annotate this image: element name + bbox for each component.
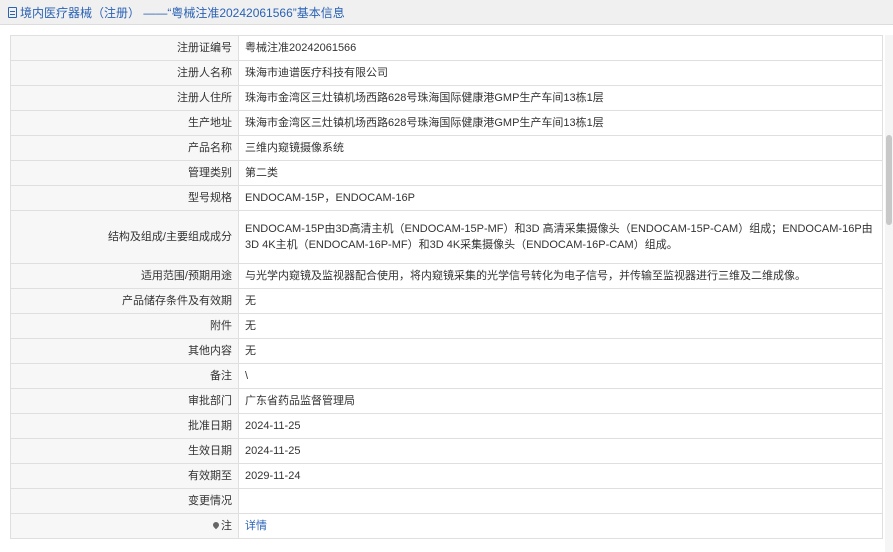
pin-icon	[211, 520, 221, 530]
scrollbar-thumb[interactable]	[886, 135, 892, 225]
field-value: 2024-11-25	[238, 413, 883, 439]
document-icon	[8, 6, 17, 18]
field-label: 注册人住所	[10, 85, 239, 111]
field-value: 珠海市迪谱医疗科技有限公司	[238, 60, 883, 86]
table-row: 注册证编号 粤械注准20242061566	[10, 35, 883, 61]
field-label: 注册证编号	[10, 35, 239, 61]
page-header: 境内医疗器械（注册） ——“粤械注准20242061566”基本信息	[0, 0, 893, 25]
field-label: 管理类别	[10, 160, 239, 186]
field-label: 产品储存条件及有效期	[10, 288, 239, 314]
table-row: 适用范围/预期用途 与光学内窥镜及监视器配合使用，将内窥镜采集的光学信号转化为电…	[10, 263, 883, 289]
table-row: 注册人名称 珠海市迪谱医疗科技有限公司	[10, 60, 883, 86]
note-label-cell: 注	[10, 513, 239, 539]
note-label: 注	[221, 520, 232, 532]
field-value: 无	[238, 338, 883, 364]
field-label: 结构及组成/主要组成成分	[10, 210, 239, 264]
table-row: 型号规格 ENDOCAM-15P，ENDOCAM-16P	[10, 185, 883, 211]
table-row: 生效日期 2024-11-25	[10, 438, 883, 464]
field-label: 附件	[10, 313, 239, 339]
table-row: 产品储存条件及有效期 无	[10, 288, 883, 314]
field-value: 2029-11-24	[238, 463, 883, 489]
field-label: 有效期至	[10, 463, 239, 489]
field-value: 第二类	[238, 160, 883, 186]
field-label: 适用范围/预期用途	[10, 263, 239, 289]
table-row: 备注 \	[10, 363, 883, 389]
field-value: 三维内窥镜摄像系统	[238, 135, 883, 161]
table-row: 注册人住所 珠海市金湾区三灶镇机场西路628号珠海国际健康港GMP生产车间13栋…	[10, 85, 883, 111]
details-link[interactable]: 详情	[245, 520, 267, 532]
field-value: ENDOCAM-15P由3D高清主机（ENDOCAM-15P-MF）和3D 高清…	[238, 210, 883, 264]
field-value: \	[238, 363, 883, 389]
table-row: 结构及组成/主要组成成分 ENDOCAM-15P由3D高清主机（ENDOCAM-…	[10, 210, 883, 264]
field-value: 粤械注准20242061566	[238, 35, 883, 61]
table-row: 附件 无	[10, 313, 883, 339]
field-label: 备注	[10, 363, 239, 389]
field-label: 其他内容	[10, 338, 239, 364]
field-label: 变更情况	[10, 488, 239, 514]
field-value: 珠海市金湾区三灶镇机场西路628号珠海国际健康港GMP生产车间13栋1层	[238, 85, 883, 111]
field-value: 2024-11-25	[238, 438, 883, 464]
table-row: 批准日期 2024-11-25	[10, 413, 883, 439]
info-table-wrapper: 注册证编号 粤械注准20242061566 注册人名称 珠海市迪谱医疗科技有限公…	[10, 35, 883, 539]
info-table: 注册证编号 粤械注准20242061566 注册人名称 珠海市迪谱医疗科技有限公…	[10, 35, 883, 539]
table-row: 审批部门 广东省药品监督管理局	[10, 388, 883, 414]
field-label: 型号规格	[10, 185, 239, 211]
note-value-cell: 详情	[238, 513, 883, 539]
field-label: 批准日期	[10, 413, 239, 439]
scrollbar-track[interactable]	[885, 35, 893, 552]
field-label: 注册人名称	[10, 60, 239, 86]
field-value: 无	[238, 313, 883, 339]
table-row: 其他内容 无	[10, 338, 883, 364]
field-value: 珠海市金湾区三灶镇机场西路628号珠海国际健康港GMP生产车间13栋1层	[238, 110, 883, 136]
page-title: 境内医疗器械（注册） ——“粤械注准20242061566”基本信息	[20, 5, 345, 20]
field-value: 无	[238, 288, 883, 314]
note-row: 注 详情	[10, 513, 883, 539]
field-label: 生效日期	[10, 438, 239, 464]
field-value: ENDOCAM-15P，ENDOCAM-16P	[238, 185, 883, 211]
table-row: 生产地址 珠海市金湾区三灶镇机场西路628号珠海国际健康港GMP生产车间13栋1…	[10, 110, 883, 136]
field-label: 审批部门	[10, 388, 239, 414]
table-row: 有效期至 2029-11-24	[10, 463, 883, 489]
field-label: 生产地址	[10, 110, 239, 136]
table-row: 变更情况	[10, 488, 883, 514]
table-row: 产品名称 三维内窥镜摄像系统	[10, 135, 883, 161]
field-value: 与光学内窥镜及监视器配合使用，将内窥镜采集的光学信号转化为电子信号，并传输至监视…	[238, 263, 883, 289]
field-label: 产品名称	[10, 135, 239, 161]
field-value: 广东省药品监督管理局	[238, 388, 883, 414]
table-row: 管理类别 第二类	[10, 160, 883, 186]
field-value	[238, 488, 883, 514]
